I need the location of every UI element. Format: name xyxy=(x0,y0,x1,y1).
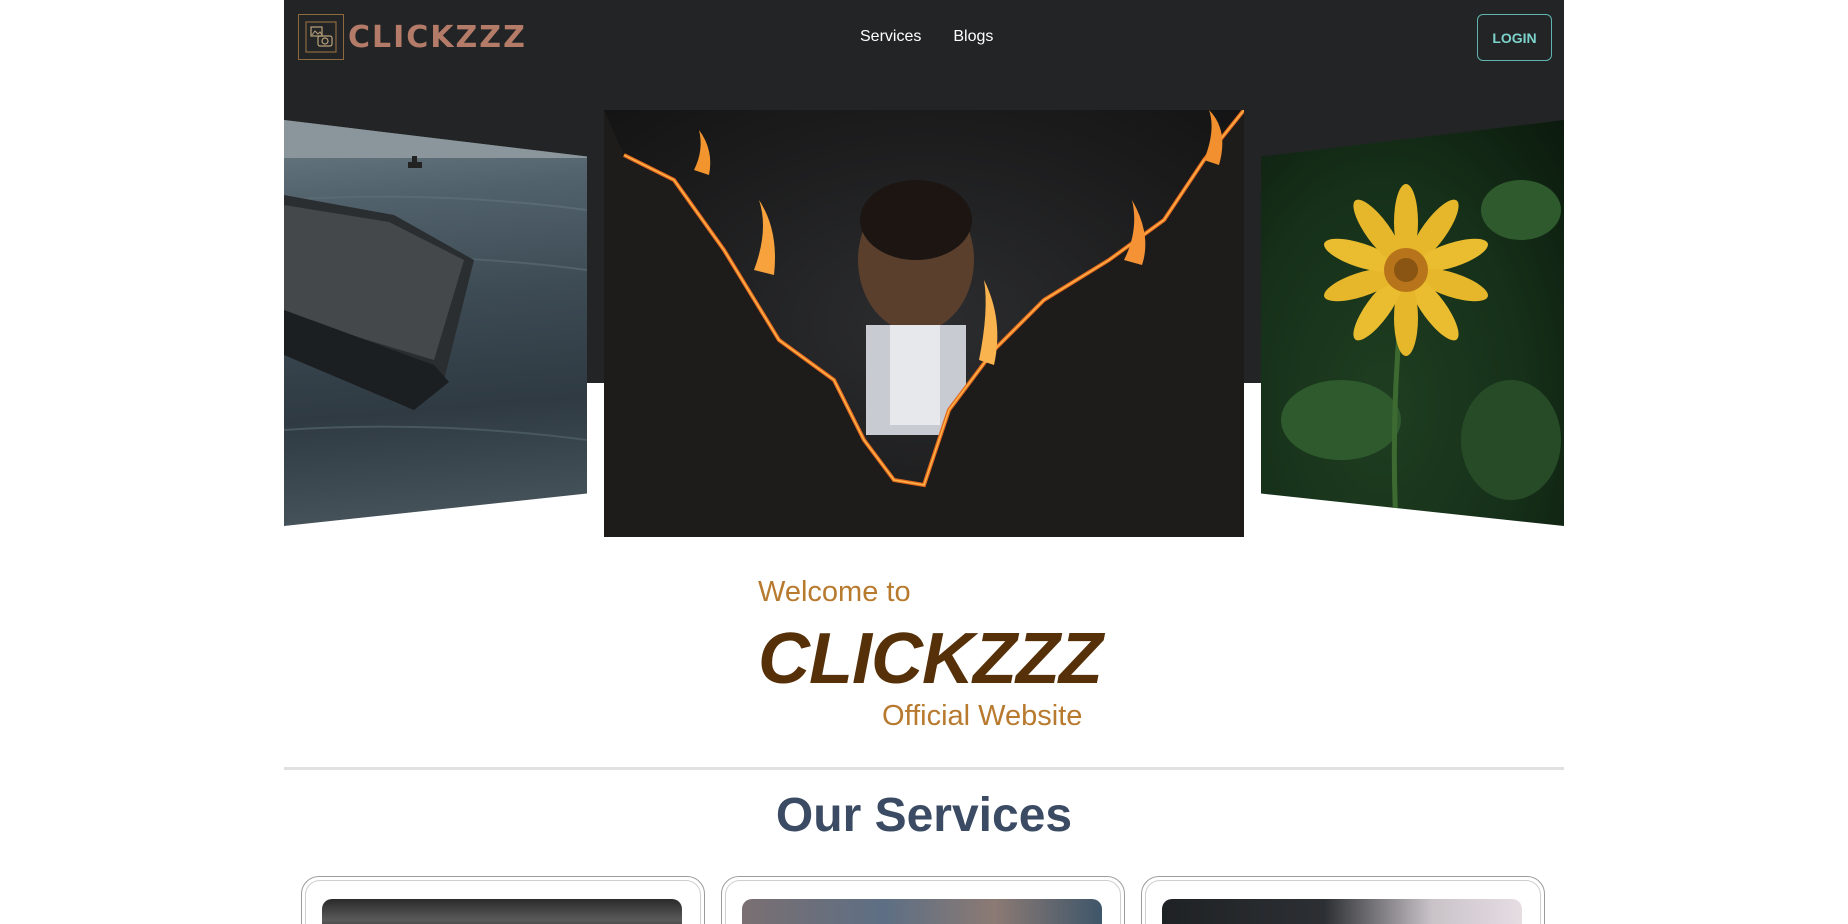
page: CLICKZZZ Services Blogs LOGIN Welcome to… xyxy=(284,0,1564,924)
carousel-slide-left[interactable] xyxy=(284,120,587,526)
flower-image xyxy=(1281,180,1561,526)
nav-links: Services Blogs xyxy=(860,28,993,46)
login-button[interactable]: LOGIN xyxy=(1477,14,1552,61)
brand-subtitle: Official Website xyxy=(882,700,1083,732)
image-carousel[interactable] xyxy=(284,100,1564,550)
carousel-slide-right[interactable] xyxy=(1261,120,1564,526)
welcome-text: Welcome to xyxy=(758,576,911,608)
services-title: Our Services xyxy=(775,789,1073,842)
service-card-image-3 xyxy=(1162,899,1522,924)
logo-text: CLICKZZZ xyxy=(348,19,527,55)
service-card-image-1 xyxy=(322,899,682,924)
section-divider xyxy=(284,767,1564,770)
carousel-slide-center[interactable] xyxy=(604,110,1244,537)
service-card-3[interactable] xyxy=(1141,876,1545,924)
nav-link-services[interactable]: Services xyxy=(860,28,921,46)
nav-link-blogs[interactable]: Blogs xyxy=(953,28,993,46)
fire-portrait-image xyxy=(604,110,1244,537)
camera-gallery-icon xyxy=(298,14,344,60)
boat-image xyxy=(284,120,587,441)
navbar: CLICKZZZ Services Blogs LOGIN xyxy=(284,0,1564,76)
brand-heading: CLICKZZZ xyxy=(758,619,1103,699)
service-card-2[interactable] xyxy=(721,876,1125,924)
service-card-image-2 xyxy=(742,899,1102,924)
service-card-1[interactable] xyxy=(301,876,705,924)
logo[interactable]: CLICKZZZ xyxy=(298,14,527,60)
